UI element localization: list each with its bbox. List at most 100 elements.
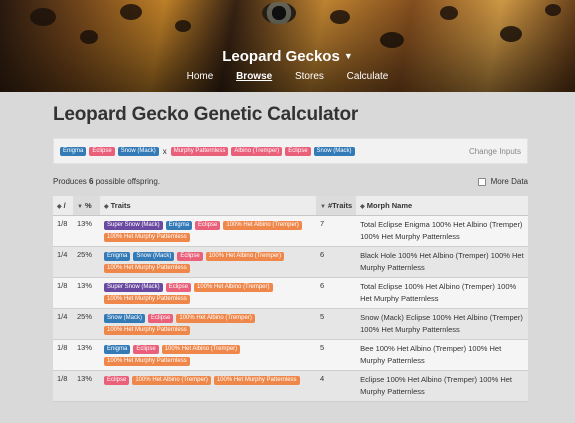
trait-badge: Eclipse — [89, 146, 115, 156]
page-title: Leopard Gecko Genetic Calculator — [53, 104, 359, 125]
cross-symbol: x — [162, 146, 167, 156]
trait-badge: Enigma — [165, 220, 193, 230]
cell-traits: Super Snow (Mack) Eclipse 100% Het Albino … — [100, 277, 316, 309]
cell-traits: Eclipse 100% Het Albino (Tremper) 100% Het… — [100, 370, 316, 402]
cell-morph-name: Bee 100% Het Albino (Tremper) 100% Het M… — [356, 339, 528, 371]
trait-badge: Super Snow (Mack) — [104, 220, 163, 230]
trait-badge: 100% Het Albino (Tremper) — [132, 375, 211, 385]
cell-num-traits: 6 — [316, 246, 357, 278]
summary-prefix: Produces — [53, 177, 90, 186]
cell-percent: 25% — [73, 308, 100, 340]
sort-icon: ◆ — [360, 203, 365, 210]
trait-badge: 100% Het Albino (Tremper) — [161, 344, 241, 354]
col-header-num-traits[interactable]: ▼ #Traits — [316, 196, 357, 216]
nav-stores[interactable]: Stores — [295, 71, 324, 82]
change-inputs-link[interactable]: Change Inputs — [469, 147, 521, 156]
summary-suffix: possible offspring. — [93, 177, 161, 186]
cell-probability: 1/8 — [53, 370, 73, 402]
trait-badge: Snow (Mack) — [104, 313, 146, 323]
trait-badge: 100% Het Albino (Tremper) — [205, 251, 285, 261]
cell-num-traits: 5 — [316, 339, 357, 371]
trait-badge: Eclipse — [133, 344, 159, 354]
trait-badge: Snow (Mack) — [313, 146, 355, 156]
table-header-row: ◆ / ▼% ◆ Traits ▼ #Traits ◆ Morph Name — [53, 196, 528, 216]
nav-home[interactable]: Home — [187, 71, 214, 82]
sort-icon: ◆ — [57, 203, 62, 210]
hero-banner: Leopard Geckos ▼ Home Browse Stores Calcu… — [0, 0, 575, 92]
cell-morph-name: Black Hole 100% Het Albino (Tremper) 100… — [356, 246, 528, 278]
cell-traits: Enigma Eclipse 100% Het Albino (Tremper) 10… — [100, 339, 316, 371]
cell-percent: 13% — [73, 277, 100, 309]
trait-badge: Enigma — [60, 146, 87, 156]
trait-badge: Snow (Mack) — [117, 146, 159, 156]
trait-badge: Enigma — [104, 344, 131, 354]
chevron-down-icon: ▼ — [343, 51, 353, 61]
table-row: 1/8 13% Eclipse 100% Het Albino (Tremper) 10… — [53, 370, 528, 402]
main-nav: Home Browse Stores Calculate — [0, 71, 575, 82]
table-row: 1/8 13% Super Snow (Mack) Eclipse 100% Het A… — [53, 277, 528, 309]
trait-badge: 100% Het Albino (Tremper) — [194, 282, 273, 292]
trait-badge: 100% Het Murphy Patternless — [104, 294, 190, 304]
nav-calculate[interactable]: Calculate — [347, 71, 389, 82]
results-summary: Produces 6 possible offspring. More Data — [53, 177, 528, 186]
table-body: 1/8 13% Super Snow (Mack) Enigma Eclipse 100%… — [53, 215, 528, 402]
cell-probability: 1/8 — [53, 277, 73, 309]
table-row: 1/8 13% Super Snow (Mack) Enigma Eclipse 100%… — [53, 215, 528, 247]
trait-badge: Super Snow (Mack) — [104, 282, 163, 292]
sort-desc-icon: ▼ — [320, 203, 326, 210]
cell-probability: 1/4 — [53, 246, 73, 278]
cell-morph-name: Total Eclipse Enigma 100% Het Albino (Tr… — [356, 215, 528, 247]
cell-probability: 1/4 — [53, 308, 73, 340]
cell-morph-name: Eclipse 100% Het Albino (Tremper) 100% H… — [356, 370, 528, 402]
site-brand[interactable]: Leopard Geckos ▼ — [0, 48, 575, 65]
table-row: 1/4 25% Enigma Snow (Mack) Eclipse 100% Het A… — [53, 246, 528, 278]
nav-browse[interactable]: Browse — [236, 71, 272, 82]
cell-morph-name: Total Eclipse 100% Het Albino (Tremper) … — [356, 277, 528, 309]
trait-badge: 100% Het Murphy Patternless — [104, 325, 190, 335]
parent1-traits: Enigma Eclipse Snow (Mack) — [60, 146, 159, 156]
col-header-traits[interactable]: ◆ Traits — [100, 196, 316, 216]
offspring-table: ◆ / ▼% ◆ Traits ▼ #Traits ◆ Morph Name 1/8 13… — [53, 196, 528, 402]
trait-badge: Eclipse — [285, 146, 311, 156]
cell-percent: 13% — [73, 215, 100, 247]
table-row: 1/8 13% Enigma Eclipse 100% Het Albino (Trem… — [53, 339, 528, 371]
trait-badge: Eclipse — [195, 220, 221, 230]
cell-num-traits: 6 — [316, 277, 357, 309]
sort-icon: ◆ — [104, 203, 109, 210]
cell-percent: 13% — [73, 370, 100, 402]
site-title: Leopard Geckos — [222, 48, 340, 65]
col-header-morph-name[interactable]: ◆ Morph Name — [356, 196, 528, 216]
trait-badge: Eclipse — [148, 313, 174, 323]
more-data-checkbox[interactable] — [477, 177, 486, 186]
table-row: 1/4 25% Snow (Mack) Eclipse 100% Het Albino … — [53, 308, 528, 340]
main-content: Leopard Gecko Genetic Calculator Enigma E… — [53, 92, 528, 402]
cell-traits: Super Snow (Mack) Enigma Eclipse 100% Het A… — [100, 215, 316, 247]
cell-morph-name: Snow (Mack) Eclipse 100% Het Albino (Tre… — [356, 308, 528, 340]
trait-badge: Eclipse — [177, 251, 203, 261]
trait-badge: Snow (Mack) — [133, 251, 175, 261]
trait-badge: 100% Het Murphy Patternless — [104, 232, 190, 242]
trait-badge: Albino (Tremper) — [231, 146, 283, 156]
trait-badge: 100% Het Albino (Tremper) — [176, 313, 255, 323]
cell-probability: 1/8 — [53, 215, 73, 247]
parent-inputs-bar: Enigma Eclipse Snow (Mack) x Murphy Patter… — [53, 138, 528, 164]
cell-traits: Enigma Snow (Mack) Eclipse 100% Het Albino … — [100, 246, 316, 278]
cell-num-traits: 7 — [316, 215, 357, 247]
trait-badge: Enigma — [104, 251, 131, 261]
trait-badge: 100% Het Murphy Patternless — [104, 356, 190, 366]
cell-probability: 1/8 — [53, 339, 73, 371]
offspring-count-text: Produces 6 possible offspring. — [53, 177, 160, 186]
trait-badge: Murphy Patternless — [170, 146, 229, 156]
col-header-percent[interactable]: ▼% — [73, 196, 100, 216]
col-header-probability[interactable]: ◆ / — [53, 196, 73, 216]
cell-percent: 25% — [73, 246, 100, 278]
cell-num-traits: 5 — [316, 308, 357, 340]
parent2-traits: Murphy Patternless Albino (Tremper) Eclips… — [170, 146, 355, 156]
trait-badge: 100% Het Murphy Patternless — [104, 263, 190, 273]
trait-badge: Eclipse — [104, 375, 130, 385]
sort-desc-icon: ▼ — [77, 203, 83, 210]
more-data-label: More Data — [490, 177, 528, 186]
trait-badge: Eclipse — [165, 282, 192, 292]
more-data-toggle[interactable]: More Data — [477, 177, 528, 186]
trait-badge: 100% Het Murphy Patternless — [213, 375, 300, 385]
